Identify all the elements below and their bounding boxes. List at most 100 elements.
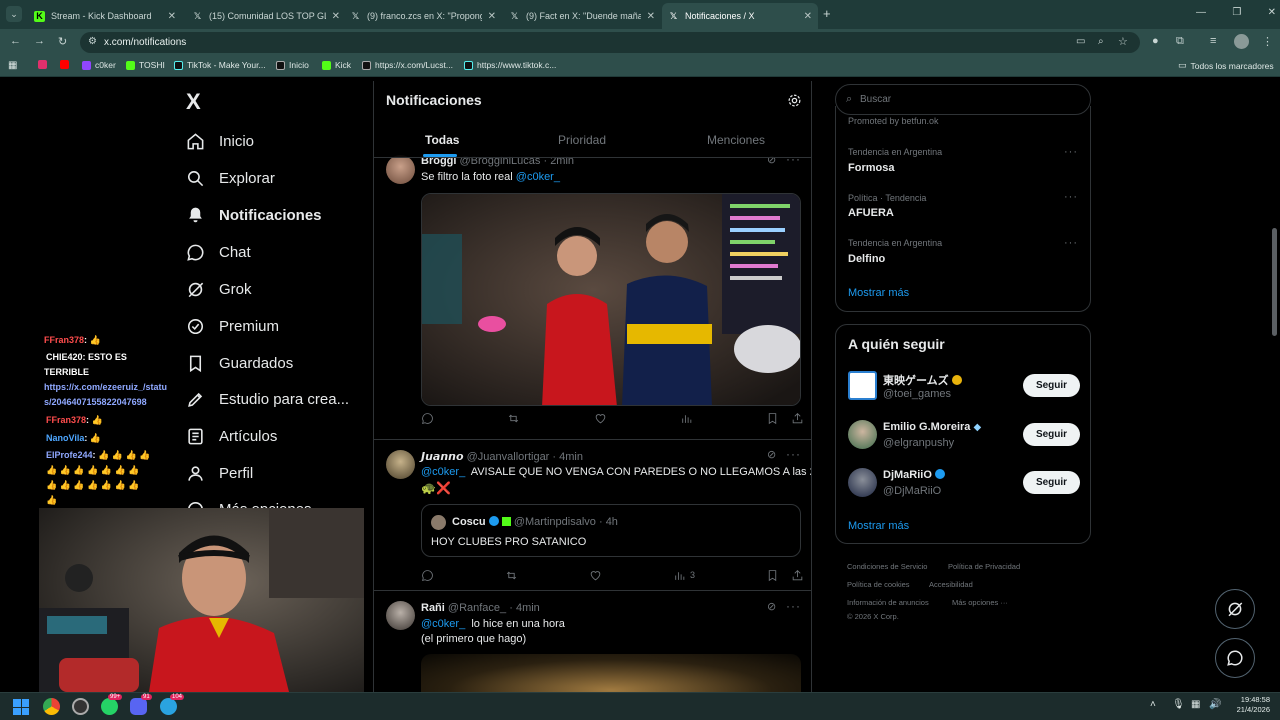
nav-premium[interactable]: Premium	[186, 317, 279, 336]
quote-post[interactable]: Coscu @Martinpdisalvo · 4h HOY CLUBES PR…	[421, 504, 801, 557]
new-tab-button[interactable]: +	[823, 6, 831, 21]
follow-button[interactable]: Seguir	[1023, 471, 1080, 494]
post-image[interactable]	[421, 654, 801, 692]
show-more-trends[interactable]: Mostrar más	[848, 287, 909, 299]
media-icon[interactable]: ≡	[1210, 35, 1216, 47]
bookmark-8[interactable]: https://x.com/Lucst...	[362, 60, 453, 70]
minimize-icon[interactable]: —	[1196, 7, 1206, 19]
promoted-label[interactable]: Promoted by betfun.ok	[848, 116, 939, 126]
maximize-icon[interactable]: ❐	[1232, 7, 1241, 19]
views-count[interactable]: 3	[673, 569, 695, 582]
follow-handle[interactable]: @toei_games	[883, 388, 951, 400]
volume-icon[interactable]: 🔊	[1209, 699, 1221, 710]
extension-icon[interactable]: ●	[1152, 35, 1159, 47]
browser-tab-2[interactable]: 𝕏 (15) Comunidad LOS TOP GLOB ✕	[186, 3, 346, 29]
bookmark-9[interactable]: https://www.tiktok.c...	[464, 60, 556, 70]
whatsapp-icon[interactable]	[101, 698, 118, 715]
nav-grok[interactable]: Grok	[186, 280, 252, 299]
nav-articles[interactable]: Artículos	[186, 427, 277, 446]
bookmark-6[interactable]: Inicio	[276, 60, 309, 70]
grok-fab[interactable]	[1215, 589, 1255, 629]
chrome-icon[interactable]	[43, 698, 60, 715]
bookmark-7[interactable]: Kick	[322, 60, 351, 70]
bookmark-5[interactable]: TikTok - Make Your...	[174, 60, 266, 70]
nav-profile[interactable]: Perfil	[186, 464, 253, 483]
nav-creator-studio[interactable]: Estudio para crea...	[186, 390, 349, 409]
bookmark-1[interactable]	[38, 60, 51, 69]
cast-icon[interactable]: ▭	[1076, 36, 1085, 47]
tab-mentions[interactable]: Menciones	[707, 133, 765, 147]
footer-link[interactable]: Accesibilidad	[929, 580, 973, 589]
follow-button[interactable]: Seguir	[1023, 374, 1080, 397]
windows-start-icon[interactable]	[13, 699, 29, 715]
x-logo[interactable]: X	[186, 89, 201, 115]
post-1[interactable]: Broggi @BrogginiLucas · 2min ⊘ ··· Se fi…	[374, 147, 811, 440]
show-more-follows[interactable]: Mostrar más	[848, 520, 909, 532]
post-3[interactable]: Rañi @Ranface_ · 4min ⊘ ··· @c0ker_ lo h…	[374, 591, 811, 692]
browser-tab-4[interactable]: 𝕏 (9) Fact en X: "Duende mañana ✕	[503, 3, 661, 29]
share-icon[interactable]	[791, 412, 804, 425]
like-icon[interactable]	[589, 569, 602, 582]
close-icon[interactable]: ✕	[488, 11, 496, 22]
close-icon[interactable]: ✕	[168, 11, 176, 22]
discord-icon[interactable]	[130, 698, 147, 715]
repost-icon[interactable]	[507, 412, 520, 425]
like-icon[interactable]	[594, 412, 607, 425]
grok-icon[interactable]: ⊘	[767, 600, 776, 613]
tab-priority[interactable]: Prioridad	[558, 133, 606, 147]
nav-notifications[interactable]: Notificaciones	[186, 206, 322, 225]
window-close-icon[interactable]: ✕	[1268, 7, 1276, 19]
tab-search-button[interactable]: ⌄	[6, 6, 22, 22]
site-info-icon[interactable]: ⚙	[88, 36, 97, 47]
footer-link[interactable]: Información de anuncios	[847, 598, 929, 607]
more-icon[interactable]: ···	[786, 599, 801, 613]
bookmark-icon[interactable]	[766, 569, 779, 582]
avatar[interactable]	[848, 468, 877, 497]
browser-tab-1[interactable]: K Stream - Kick Dashboard ✕	[28, 3, 182, 29]
browser-tab-5[interactable]: 𝕏 Notificaciones / X ✕	[662, 3, 818, 29]
avatar[interactable]	[386, 601, 415, 630]
share-icon[interactable]	[791, 569, 804, 582]
chevron-up-icon[interactable]: ˄	[1150, 699, 1156, 710]
follow-handle[interactable]: @DjMaRiiO	[883, 485, 941, 497]
puzzle-icon[interactable]: ⧉	[1176, 35, 1184, 48]
telegram-icon[interactable]	[160, 698, 177, 715]
gear-icon[interactable]	[787, 93, 802, 108]
reply-icon[interactable]	[421, 412, 434, 425]
follow-name[interactable]: Emilio G.Moreira ◆	[883, 421, 981, 433]
bookmark-2[interactable]	[60, 60, 73, 69]
follow-handle[interactable]: @elgranpushy	[883, 437, 954, 449]
more-icon[interactable]: ···	[1064, 237, 1078, 249]
footer-link[interactable]: Más opciones ···	[952, 598, 1008, 607]
avatar[interactable]	[386, 155, 415, 184]
post-2[interactable]: 𝙅𝙪𝙖𝙣𝙣𝙤 @Juanvallortigar · 4min ⊘ ··· @c0…	[374, 440, 811, 591]
more-icon[interactable]: ···	[1064, 191, 1078, 203]
more-icon[interactable]: ···	[1064, 146, 1078, 158]
footer-link[interactable]: Política de cookies	[847, 580, 910, 589]
follow-button[interactable]: Seguir	[1023, 423, 1080, 446]
apps-icon[interactable]: ▦	[8, 60, 17, 71]
close-icon[interactable]: ✕	[804, 11, 812, 22]
follow-name[interactable]: 東映ゲームズ	[883, 372, 962, 388]
views-icon[interactable]	[680, 412, 693, 425]
reload-icon[interactable]: ↻	[58, 35, 67, 48]
forward-icon[interactable]: →	[34, 35, 45, 47]
nav-bookmarks[interactable]: Guardados	[186, 354, 293, 373]
network-icon[interactable]: ▦	[1191, 699, 1200, 710]
zoom-icon[interactable]: ⌕	[1098, 36, 1104, 47]
close-icon[interactable]: ✕	[647, 11, 655, 22]
bookmark-3[interactable]: c0ker	[82, 60, 116, 70]
post-image[interactable]	[421, 193, 801, 406]
tab-all[interactable]: Todas	[425, 133, 459, 147]
nav-home[interactable]: Inicio	[186, 132, 254, 151]
clock[interactable]: 19:48:58 21/4/2026	[1228, 695, 1270, 715]
footer-link[interactable]: Política de Privacidad	[948, 562, 1020, 571]
messages-fab[interactable]	[1215, 638, 1255, 678]
menu-icon[interactable]: ⋮	[1262, 35, 1273, 48]
profile-avatar[interactable]	[1234, 34, 1249, 49]
nav-explore[interactable]: Explorar	[186, 169, 275, 188]
more-icon[interactable]: ···	[786, 447, 801, 461]
avatar[interactable]	[386, 450, 415, 479]
trend-name[interactable]: Formosa	[848, 162, 894, 174]
trend-name[interactable]: AFUERA	[848, 207, 894, 219]
